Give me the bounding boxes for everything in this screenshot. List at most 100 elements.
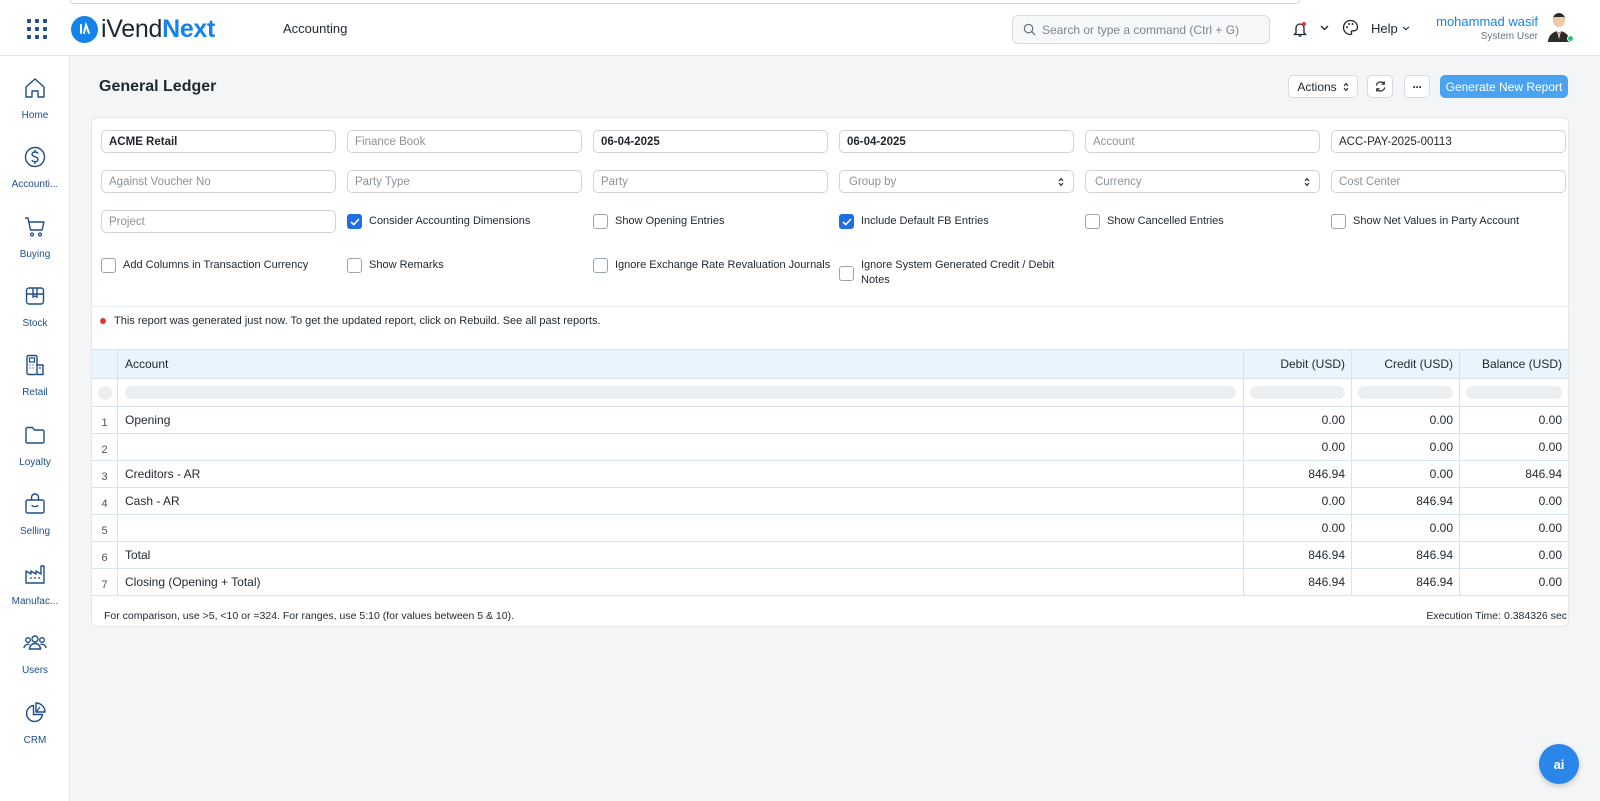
credit-cell[interactable]: 0.00 (1352, 434, 1460, 460)
credit-cell[interactable]: 0.00 (1352, 515, 1460, 541)
avatar[interactable] (1546, 12, 1574, 42)
credit-cell[interactable]: 0.00 (1352, 407, 1460, 433)
table-row[interactable]: 3 Creditors - AR 846.94 0.00 846.94 (92, 461, 1568, 488)
balance-cell[interactable]: 0.00 (1460, 488, 1568, 514)
module-title[interactable]: Accounting (283, 21, 347, 36)
against-voucher-field[interactable] (101, 170, 336, 193)
party-field[interactable] (593, 170, 828, 193)
column-header-debit[interactable]: Debit (USD) (1244, 350, 1352, 378)
show-net-values-checkbox[interactable]: Show Net Values in Party Account (1331, 214, 1519, 229)
app-grid-icon[interactable] (27, 19, 47, 39)
account-filter-cell[interactable] (118, 379, 1244, 406)
actions-button[interactable]: Actions (1288, 75, 1358, 98)
finance-book-field[interactable] (347, 130, 582, 153)
sidebar-item-selling[interactable]: Selling (0, 492, 70, 537)
group-by-select[interactable]: Group by (839, 170, 1074, 193)
to-date-field[interactable] (839, 130, 1074, 153)
more-button[interactable]: ··· (1404, 75, 1430, 98)
sidebar-item-retail[interactable]: Retail (0, 353, 70, 398)
table-row[interactable]: 4 Cash - AR 0.00 846.94 0.00 (92, 488, 1568, 515)
party-type-field[interactable] (347, 170, 582, 193)
credit-cell[interactable]: 846.94 (1352, 569, 1460, 595)
show-remarks-checkbox[interactable]: Show Remarks (347, 258, 444, 273)
debit-cell[interactable]: 0.00 (1244, 515, 1352, 541)
chevron-down-icon[interactable] (1320, 25, 1329, 31)
sidebar-item-manufacturing[interactable]: Manufac... (0, 562, 70, 607)
debit-cell[interactable]: 0.00 (1244, 488, 1352, 514)
table-row[interactable]: 1 Opening 0.00 0.00 0.00 (92, 407, 1568, 434)
user-menu[interactable]: mohammad wasif System User (1436, 14, 1538, 42)
actions-label: Actions (1297, 79, 1337, 94)
top-bar: iVendNext Accounting Help mohammad wasif… (0, 0, 1600, 56)
sidebar-item-users[interactable]: Users (0, 631, 70, 676)
show-cancelled-entries-checkbox[interactable]: Show Cancelled Entries (1085, 214, 1224, 229)
search-input[interactable] (1042, 22, 1262, 37)
debit-cell[interactable]: 846.94 (1244, 542, 1352, 568)
add-columns-transaction-currency-checkbox[interactable]: Add Columns in Transaction Currency (101, 258, 308, 273)
debit-cell[interactable]: 0.00 (1244, 407, 1352, 433)
table-row[interactable]: 5 0.00 0.00 0.00 (92, 515, 1568, 542)
table-row[interactable]: 2 0.00 0.00 0.00 (92, 434, 1568, 461)
refresh-icon (1375, 81, 1385, 92)
balance-filter-cell[interactable] (1460, 379, 1568, 406)
voucher-no-field[interactable] (1331, 130, 1566, 153)
generate-new-report-button[interactable]: Generate New Report (1440, 75, 1568, 98)
help-menu[interactable]: Help (1371, 21, 1410, 36)
sidebar-item-label: Selling (19, 526, 51, 537)
filter-placeholder (1358, 386, 1453, 399)
credit-cell[interactable]: 0.00 (1352, 461, 1460, 487)
ignore-exchange-rate-revaluation-checkbox[interactable]: Ignore Exchange Rate Revaluation Journal… (593, 258, 830, 273)
sidebar-item-crm[interactable]: CRM (0, 701, 70, 746)
balance-cell[interactable]: 0.00 (1460, 569, 1568, 595)
debit-cell[interactable]: 0.00 (1244, 434, 1352, 460)
account-cell[interactable]: Closing (Opening + Total) (118, 569, 1244, 595)
balance-cell[interactable]: 0.00 (1460, 515, 1568, 541)
ignore-system-generated-notes-checkbox[interactable]: Ignore System Generated Credit / Debit N… (839, 258, 1059, 288)
table-row[interactable]: 6 Total 846.94 846.94 0.00 (92, 542, 1568, 569)
notification-bell-icon[interactable] (1292, 21, 1308, 38)
column-header-credit[interactable]: Credit (USD) (1352, 350, 1460, 378)
account-cell[interactable]: Creditors - AR (118, 461, 1244, 487)
user-name: mohammad wasif (1436, 14, 1538, 29)
project-field[interactable] (101, 210, 336, 233)
balance-cell[interactable]: 0.00 (1460, 542, 1568, 568)
notice-text[interactable]: This report was generated just now. To g… (114, 315, 601, 327)
consider-accounting-dimensions-checkbox[interactable]: Consider Accounting Dimensions (347, 214, 530, 229)
table-row[interactable]: 7 Closing (Opening + Total) 846.94 846.9… (92, 569, 1568, 596)
account-cell[interactable]: Total (118, 542, 1244, 568)
sidebar-item-buying[interactable]: Buying (0, 215, 70, 260)
ivendnext-logo[interactable]: iVendNext (71, 14, 215, 44)
debit-cell[interactable]: 846.94 (1244, 461, 1352, 487)
column-header-balance[interactable]: Balance (USD) (1460, 350, 1568, 378)
credit-cell[interactable]: 846.94 (1352, 542, 1460, 568)
sidebar-item-loyalty[interactable]: Loyalty (0, 423, 70, 468)
palette-icon[interactable] (1342, 19, 1359, 36)
include-default-fb-entries-checkbox[interactable]: Include Default FB Entries (839, 214, 989, 229)
account-cell[interactable] (118, 515, 1244, 541)
filter-placeholder (125, 386, 1236, 399)
search-bar[interactable] (1012, 15, 1270, 44)
sidebar-item-stock[interactable]: Stock (0, 284, 70, 329)
credit-filter-cell[interactable] (1352, 379, 1460, 406)
balance-cell[interactable]: 0.00 (1460, 434, 1568, 460)
account-field[interactable] (1085, 130, 1320, 153)
credit-cell[interactable]: 846.94 (1352, 488, 1460, 514)
account-cell[interactable] (118, 434, 1244, 460)
balance-cell[interactable]: 846.94 (1460, 461, 1568, 487)
row-index: 4 (92, 488, 118, 514)
account-cell[interactable]: Cash - AR (118, 488, 1244, 514)
currency-select[interactable]: Currency (1085, 170, 1320, 193)
show-opening-entries-checkbox[interactable]: Show Opening Entries (593, 214, 724, 229)
account-cell[interactable]: Opening (118, 407, 1244, 433)
sidebar-item-accounting[interactable]: Accounti... (0, 145, 70, 190)
refresh-button[interactable] (1367, 75, 1393, 98)
debit-filter-cell[interactable] (1244, 379, 1352, 406)
ai-assistant-button[interactable]: ai (1539, 744, 1579, 784)
balance-cell[interactable]: 0.00 (1460, 407, 1568, 433)
from-date-field[interactable] (593, 130, 828, 153)
cost-center-field[interactable] (1331, 170, 1566, 193)
debit-cell[interactable]: 846.94 (1244, 569, 1352, 595)
column-header-account[interactable]: Account (118, 350, 1244, 378)
sidebar-item-home[interactable]: Home (0, 76, 70, 121)
company-field[interactable] (101, 130, 336, 153)
